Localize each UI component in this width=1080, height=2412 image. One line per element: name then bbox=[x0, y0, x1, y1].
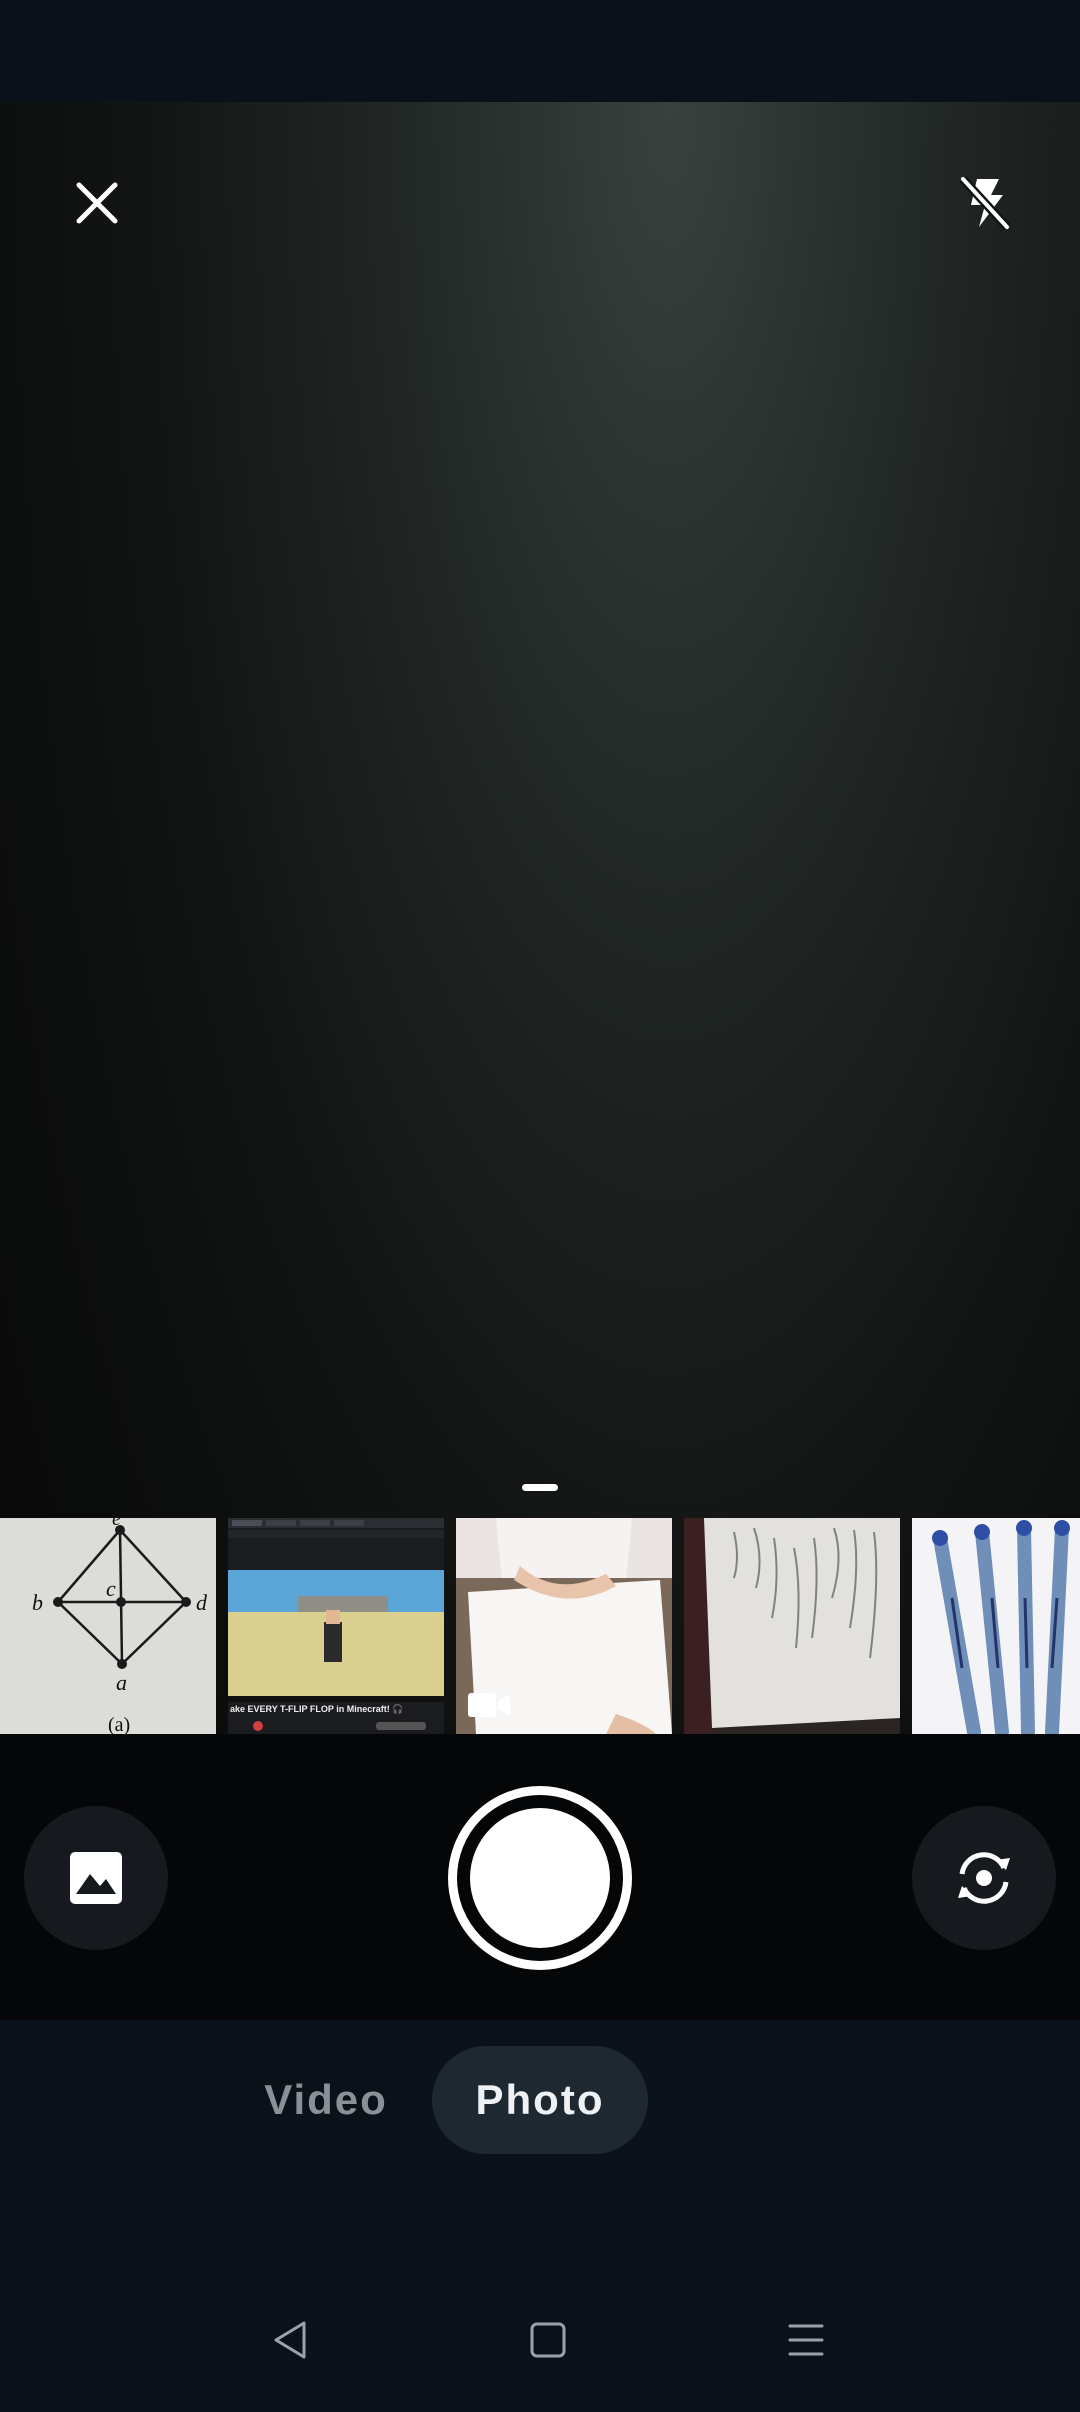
mode-photo-tab[interactable]: Photo bbox=[432, 2046, 648, 2154]
screenshot-caption: ake EVERY T-FLIP FLOP in Minecraft! 🎧 bbox=[230, 1704, 404, 1714]
flip-camera-button[interactable] bbox=[912, 1806, 1056, 1950]
media-thumbnail-notes[interactable] bbox=[684, 1518, 900, 1734]
home-square-icon bbox=[530, 2322, 566, 2358]
media-thumbnail-pens[interactable] bbox=[912, 1518, 1080, 1734]
back-triangle-icon bbox=[274, 2321, 306, 2359]
status-bar bbox=[0, 0, 1080, 102]
media-drawer-handle[interactable] bbox=[522, 1484, 558, 1491]
nav-back-button[interactable] bbox=[260, 2310, 320, 2370]
flash-toggle-button[interactable] bbox=[940, 158, 1030, 248]
mode-video-tab[interactable]: Video bbox=[238, 2046, 414, 2154]
graph-diagram-image bbox=[0, 1518, 216, 1734]
graph-label-c: c bbox=[106, 1576, 116, 1601]
recent-media-strip[interactable]: e b c d a (a) ake EVERY T-FLIP FLOP in M… bbox=[0, 1518, 1080, 1734]
image-icon bbox=[70, 1852, 122, 1904]
graph-caption: (a) bbox=[108, 1714, 131, 1734]
screenshot-image bbox=[228, 1518, 444, 1734]
video-camera-icon bbox=[468, 1693, 510, 1717]
nav-menu-button[interactable] bbox=[776, 2310, 836, 2370]
graph-label-a: a bbox=[116, 1670, 127, 1695]
media-thumbnail-graph[interactable]: e b c d a (a) bbox=[0, 1518, 216, 1734]
flash-off-icon bbox=[959, 175, 1011, 231]
shutter-inner bbox=[470, 1808, 610, 1948]
pens-image bbox=[912, 1518, 1080, 1734]
handwritten-notes-image bbox=[684, 1518, 900, 1734]
media-thumbnail-screenshot[interactable]: ake EVERY T-FLIP FLOP in Minecraft! 🎧 bbox=[228, 1518, 444, 1734]
graph-label-b: b bbox=[32, 1590, 43, 1615]
media-thumbnail-video[interactable] bbox=[456, 1518, 672, 1734]
nav-home-button[interactable] bbox=[518, 2310, 578, 2370]
close-icon bbox=[76, 182, 118, 224]
graph-label-e: e bbox=[112, 1518, 121, 1530]
flip-camera-icon bbox=[958, 1852, 1010, 1904]
gallery-button[interactable] bbox=[24, 1806, 168, 1950]
graph-label-d: d bbox=[196, 1590, 207, 1615]
close-button[interactable] bbox=[52, 158, 142, 248]
menu-lines-icon bbox=[788, 2324, 824, 2356]
shutter-button[interactable] bbox=[448, 1786, 632, 1970]
